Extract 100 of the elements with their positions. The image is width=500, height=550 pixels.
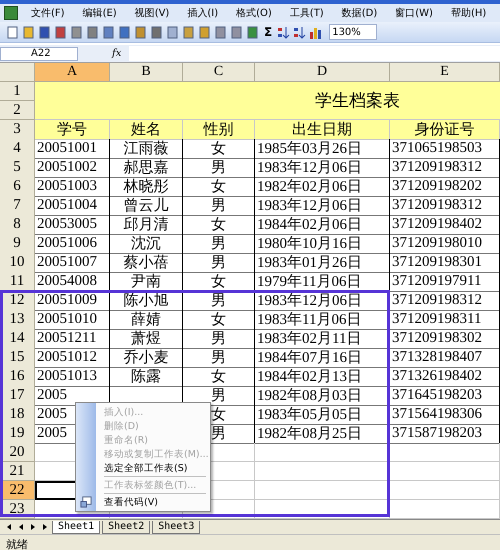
table-cell: 371587198203 — [390, 424, 500, 444]
row-header[interactable]: 5 — [0, 158, 35, 178]
column-header[interactable]: C — [183, 63, 255, 82]
sort-ascending-icon[interactable] — [277, 26, 290, 38]
table-cell: 1983年01月26日 — [255, 253, 390, 273]
column-heading: 姓名 — [110, 120, 183, 140]
row-header[interactable]: 2 — [0, 101, 35, 120]
brush-icon[interactable] — [198, 26, 211, 38]
table-cell: 371209198402 — [390, 215, 500, 235]
row-header[interactable]: 3 — [0, 120, 35, 140]
menu-item[interactable]: 工具(T) — [280, 6, 333, 20]
document-icon[interactable] — [6, 26, 19, 38]
menu-item[interactable]: 编辑(E) — [74, 6, 126, 20]
menu-item[interactable]: 视图(V) — [126, 6, 178, 20]
table-cell: 1983年11月06日 — [255, 310, 390, 330]
name-box[interactable]: A22 — [0, 46, 78, 60]
menu-item[interactable]: 窗口(W) — [386, 6, 442, 20]
table-cell: 371209198312 — [390, 158, 500, 178]
table-cell: 女 — [183, 215, 255, 235]
column-header[interactable]: A — [35, 63, 110, 82]
table-cell: 1984年07月16日 — [255, 348, 390, 368]
table-cell: 20051003 — [35, 177, 110, 197]
table-cell: 1983年12月06日 — [255, 196, 390, 216]
menu-item[interactable]: 插入(I) — [178, 6, 228, 20]
table-cell: 女 — [183, 139, 255, 159]
column-heading: 学号 — [35, 120, 110, 140]
menu-item[interactable]: 查看代码(V) — [76, 495, 210, 509]
row-header[interactable]: 20 — [0, 443, 35, 462]
code-window-icon — [80, 496, 92, 508]
table-cell: 江雨薇 — [110, 139, 183, 159]
table-cell: 女 — [183, 310, 255, 330]
table-cell: 1984年02月06日 — [255, 215, 390, 235]
table-cell: 郝思嘉 — [110, 158, 183, 178]
app-icon — [4, 6, 18, 20]
table-cell: 20051004 — [35, 196, 110, 216]
column-header[interactable]: D — [255, 63, 390, 82]
row-header[interactable]: 11 — [0, 272, 35, 292]
table-cell: 371209198202 — [390, 177, 500, 197]
sheet-title: 学生档案表 — [35, 82, 500, 120]
row-header[interactable]: 9 — [0, 234, 35, 254]
row-header[interactable]: 6 — [0, 177, 35, 197]
book-icon[interactable] — [134, 26, 147, 38]
table-cell: 曾云儿 — [110, 196, 183, 216]
row-header[interactable]: 21 — [0, 462, 35, 481]
table-cell: 20051211 — [35, 329, 110, 349]
column-heading: 出生日期 — [255, 120, 390, 140]
table-cell: 陈小旭 — [110, 291, 183, 311]
table-cell: 陈露 — [110, 367, 183, 387]
table-cell: 蔡小蓓 — [110, 253, 183, 273]
row-header[interactable]: 4 — [0, 139, 35, 159]
sheet-tab[interactable]: Sheet2 — [102, 520, 150, 534]
column-header[interactable]: E — [390, 63, 500, 82]
menu-item[interactable]: 文件(F) — [22, 6, 74, 20]
table-cell: 20054008 — [35, 272, 110, 292]
table-cell: 20051012 — [35, 348, 110, 368]
sheet-tab[interactable]: Sheet1 — [52, 520, 100, 534]
table-cell: 1983年12月06日 — [255, 158, 390, 178]
sheet-tab[interactable]: Sheet3 — [152, 520, 200, 534]
menu-item[interactable]: 选定全部工作表(S) — [76, 461, 210, 475]
menu-item[interactable]: 格式(O) — [227, 6, 281, 20]
table-cell: 萧煜 — [110, 329, 183, 349]
table-cell: 男 — [183, 196, 255, 216]
table-cell: 1983年05月05日 — [255, 405, 390, 425]
row-header[interactable]: 10 — [0, 253, 35, 273]
table-cell: 20051002 — [35, 158, 110, 178]
insert-function-button[interactable]: fx — [112, 48, 122, 59]
table-cell: 371209198301 — [390, 253, 500, 273]
table-cell: 371326198402 — [390, 367, 500, 387]
menu-item[interactable]: 数据(D) — [332, 6, 386, 20]
scissors-icon[interactable] — [150, 26, 163, 38]
table-cell: 371209198312 — [390, 196, 500, 216]
table-cell: 371328198407 — [390, 348, 500, 368]
folder-icon[interactable] — [22, 26, 35, 38]
table-cell: 20053005 — [35, 215, 110, 235]
table-cell: 371209198010 — [390, 234, 500, 254]
sort-descending-icon[interactable] — [293, 26, 306, 38]
table-cell: 1984年02月13日 — [255, 367, 390, 387]
bar-chart-icon[interactable] — [309, 26, 322, 38]
menu-item[interactable]: 帮助(H) — [442, 6, 496, 20]
row-header[interactable]: 8 — [0, 215, 35, 235]
table-cell: 男 — [183, 348, 255, 368]
globe-icon[interactable] — [246, 26, 259, 38]
redo-icon[interactable] — [230, 26, 243, 38]
copy-icon[interactable] — [166, 26, 179, 38]
zoom-dropdown[interactable]: 130% — [329, 24, 378, 40]
printer-icon[interactable] — [86, 26, 99, 38]
lock-icon[interactable] — [54, 26, 67, 38]
clipboard-icon[interactable] — [182, 26, 195, 38]
status-text: 就绪 — [0, 534, 500, 550]
row-header[interactable]: 22 — [0, 481, 35, 500]
printer-icon[interactable] — [70, 26, 83, 38]
autosum-button[interactable]: Σ — [262, 25, 274, 39]
column-heading: 身份证号 — [390, 120, 500, 140]
magnifier-icon[interactable] — [102, 26, 115, 38]
undo-icon[interactable] — [214, 26, 227, 38]
column-header[interactable]: B — [110, 63, 183, 82]
check-icon[interactable] — [118, 26, 131, 38]
row-header[interactable]: 7 — [0, 196, 35, 216]
formula-field[interactable] — [129, 46, 500, 61]
row-header[interactable]: 1 — [0, 82, 35, 101]
